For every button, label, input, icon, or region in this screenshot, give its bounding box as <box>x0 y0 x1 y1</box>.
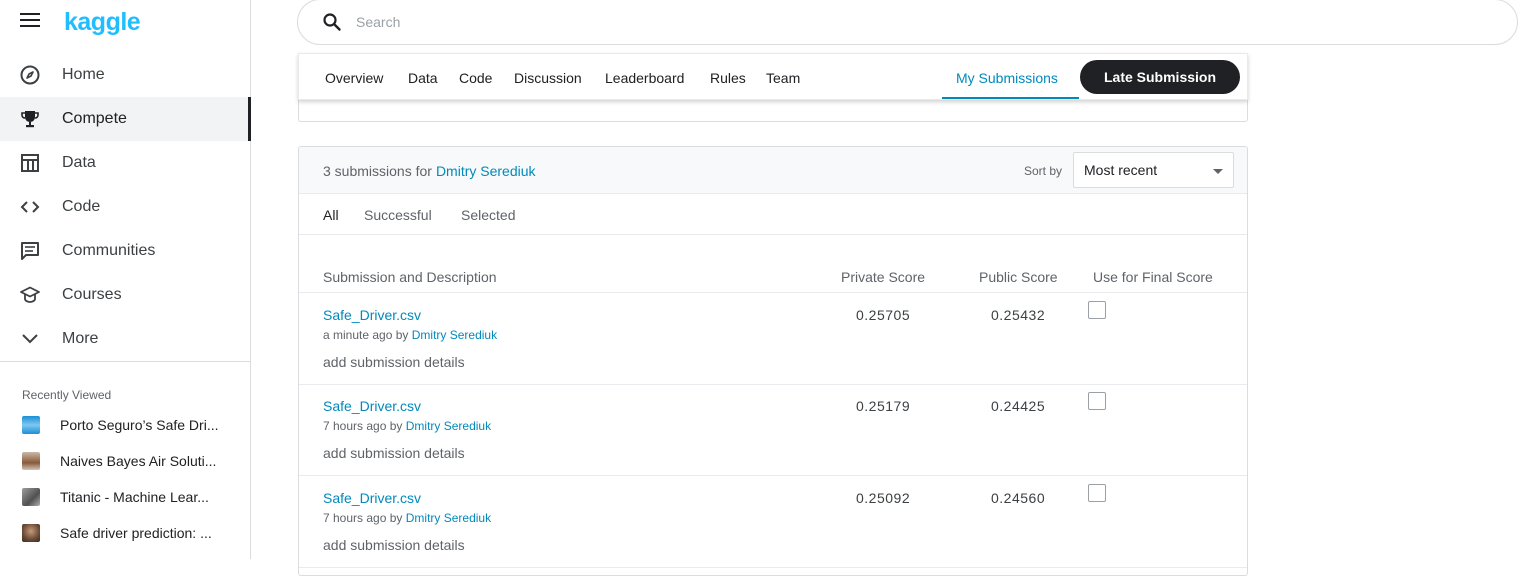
kaggle-logo[interactable]: kaggle <box>64 8 141 37</box>
late-submission-button[interactable]: Late Submission <box>1080 60 1240 94</box>
recent-item-label: Porto Seguro’s Safe Dri... <box>60 417 219 433</box>
user-link[interactable]: Dmitry Serediuk <box>412 328 497 342</box>
search-bar <box>297 0 1518 45</box>
sidebar-divider <box>0 361 250 362</box>
titanic-thumbnail <box>22 488 40 506</box>
column-header-public-score: Public Score <box>979 269 1058 285</box>
recently-viewed-title: Recently Viewed <box>22 388 112 402</box>
sidebar-item-label: Home <box>62 66 105 83</box>
sidebar-item-label: Data <box>62 154 96 171</box>
comments-icon <box>20 241 40 261</box>
sidebar-item-code[interactable]: Code <box>0 185 250 229</box>
submission-time: 7 hours ago by <box>323 511 403 525</box>
compass-icon <box>20 65 40 85</box>
submissions-header: 3 submissions for Dmitry Serediuk Sort by… <box>299 147 1247 194</box>
user-link[interactable]: Dmitry Serediuk <box>406 419 491 433</box>
public-score: 0.25432 <box>991 307 1046 323</box>
tab-my-submissions[interactable]: My Submissions <box>956 70 1058 86</box>
recent-item[interactable]: Naives Bayes Air Soluti... <box>0 443 250 479</box>
submission-time: a minute ago by <box>323 328 409 342</box>
final-score-checkbox[interactable] <box>1088 301 1106 319</box>
sidebar-item-compete[interactable]: Compete <box>0 97 251 141</box>
sort-dropdown[interactable]: Most recent <box>1073 152 1234 188</box>
add-details-link[interactable]: add submission details <box>323 537 465 553</box>
sidebar-item-label: More <box>62 330 99 347</box>
column-header-private-score: Private Score <box>841 269 926 285</box>
notebook-thumbnail <box>22 452 40 470</box>
submission-meta: 7 hours ago by Dmitry Serediuk <box>323 419 491 433</box>
sidebar-item-label: Communities <box>62 242 156 259</box>
column-header-description: Submission and Description <box>323 269 497 285</box>
sidebar-item-courses[interactable]: Courses <box>0 273 250 317</box>
sidebar-item-label: Compete <box>62 110 127 127</box>
submission-count-text: 3 submissions for <box>323 163 432 179</box>
public-score: 0.24560 <box>991 490 1046 506</box>
private-score: 0.25092 <box>856 490 911 506</box>
sort-label: Sort by <box>1024 164 1063 178</box>
submission-time: 7 hours ago by <box>323 419 403 433</box>
caret-down-icon <box>1213 169 1223 174</box>
sidebar-item-label: Code <box>62 198 101 215</box>
table-row: Safe_Driver.csv 7 hours ago by Dmitry Se… <box>299 476 1247 568</box>
filter-successful[interactable]: Successful <box>364 207 432 223</box>
table-icon <box>20 153 40 173</box>
tab-code[interactable]: Code <box>459 70 492 86</box>
private-score: 0.25705 <box>856 307 911 323</box>
user-link[interactable]: Dmitry Serediuk <box>406 511 491 525</box>
tab-team[interactable]: Team <box>766 70 800 86</box>
menu-icon[interactable] <box>20 13 40 29</box>
sidebar-item-communities[interactable]: Communities <box>0 229 250 273</box>
public-score: 0.24425 <box>991 398 1046 414</box>
active-tab-indicator <box>942 97 1079 99</box>
tab-overview[interactable]: Overview <box>325 70 383 86</box>
final-score-checkbox[interactable] <box>1088 484 1106 502</box>
tab-leaderboard[interactable]: Leaderboard <box>605 70 684 86</box>
search-input[interactable] <box>356 10 1456 34</box>
porto-seguro-thumbnail <box>22 416 40 434</box>
column-header-final-score: Use for Final Score <box>1093 269 1213 285</box>
recent-item[interactable]: Porto Seguro’s Safe Dri... <box>0 407 250 443</box>
filter-all[interactable]: All <box>323 207 339 223</box>
user-link[interactable]: Dmitry Serediuk <box>436 163 536 179</box>
competition-tabs: Overview Data Code Discussion Leaderboar… <box>298 53 1248 100</box>
avatar <box>22 524 40 542</box>
sidebar-nav: Home Compete Data Code Communities Cours… <box>0 53 251 361</box>
submission-meta: 7 hours ago by Dmitry Serediuk <box>323 511 491 525</box>
sidebar-item-data[interactable]: Data <box>0 141 250 185</box>
code-icon <box>20 197 40 217</box>
recent-item[interactable]: Safe driver prediction: ... <box>0 515 250 551</box>
graduation-cap-icon <box>20 285 40 305</box>
private-score: 0.25179 <box>856 398 911 414</box>
sidebar-header: kaggle <box>0 0 251 44</box>
submission-filters: All Successful Selected <box>299 194 1247 235</box>
recently-viewed-list: Porto Seguro’s Safe Dri... Naives Bayes … <box>0 407 250 551</box>
trophy-icon <box>20 109 40 129</box>
tab-data[interactable]: Data <box>408 70 438 86</box>
submissions-panel: 3 submissions for Dmitry Serediuk Sort by… <box>298 146 1248 576</box>
filter-selected[interactable]: Selected <box>461 207 515 223</box>
submission-file-link[interactable]: Safe_Driver.csv <box>323 398 421 414</box>
sort-value: Most recent <box>1084 162 1158 178</box>
recent-item-label: Safe driver prediction: ... <box>60 525 212 541</box>
final-score-checkbox[interactable] <box>1088 392 1106 410</box>
sidebar-item-label: Courses <box>62 286 122 303</box>
table-row: Safe_Driver.csv a minute ago by Dmitry S… <box>299 293 1247 385</box>
sidebar: kaggle Home Compete Data Code Communitie… <box>0 0 251 559</box>
submission-count: 3 submissions for Dmitry Serediuk <box>323 163 536 179</box>
tab-discussion[interactable]: Discussion <box>514 70 582 86</box>
sidebar-item-more[interactable]: More <box>0 317 250 361</box>
search-icon <box>322 12 342 32</box>
add-details-link[interactable]: add submission details <box>323 445 465 461</box>
recent-item[interactable]: Titanic - Machine Lear... <box>0 479 250 515</box>
submission-file-link[interactable]: Safe_Driver.csv <box>323 307 421 323</box>
add-details-link[interactable]: add submission details <box>323 354 465 370</box>
chevron-down-icon <box>20 329 40 349</box>
table-row: Safe_Driver.csv 7 hours ago by Dmitry Se… <box>299 384 1247 476</box>
submission-meta: a minute ago by Dmitry Serediuk <box>323 328 497 342</box>
recent-item-label: Titanic - Machine Lear... <box>60 489 209 505</box>
submission-file-link[interactable]: Safe_Driver.csv <box>323 490 421 506</box>
sidebar-item-home[interactable]: Home <box>0 53 250 97</box>
tab-rules[interactable]: Rules <box>710 70 746 86</box>
recent-item-label: Naives Bayes Air Soluti... <box>60 453 217 469</box>
